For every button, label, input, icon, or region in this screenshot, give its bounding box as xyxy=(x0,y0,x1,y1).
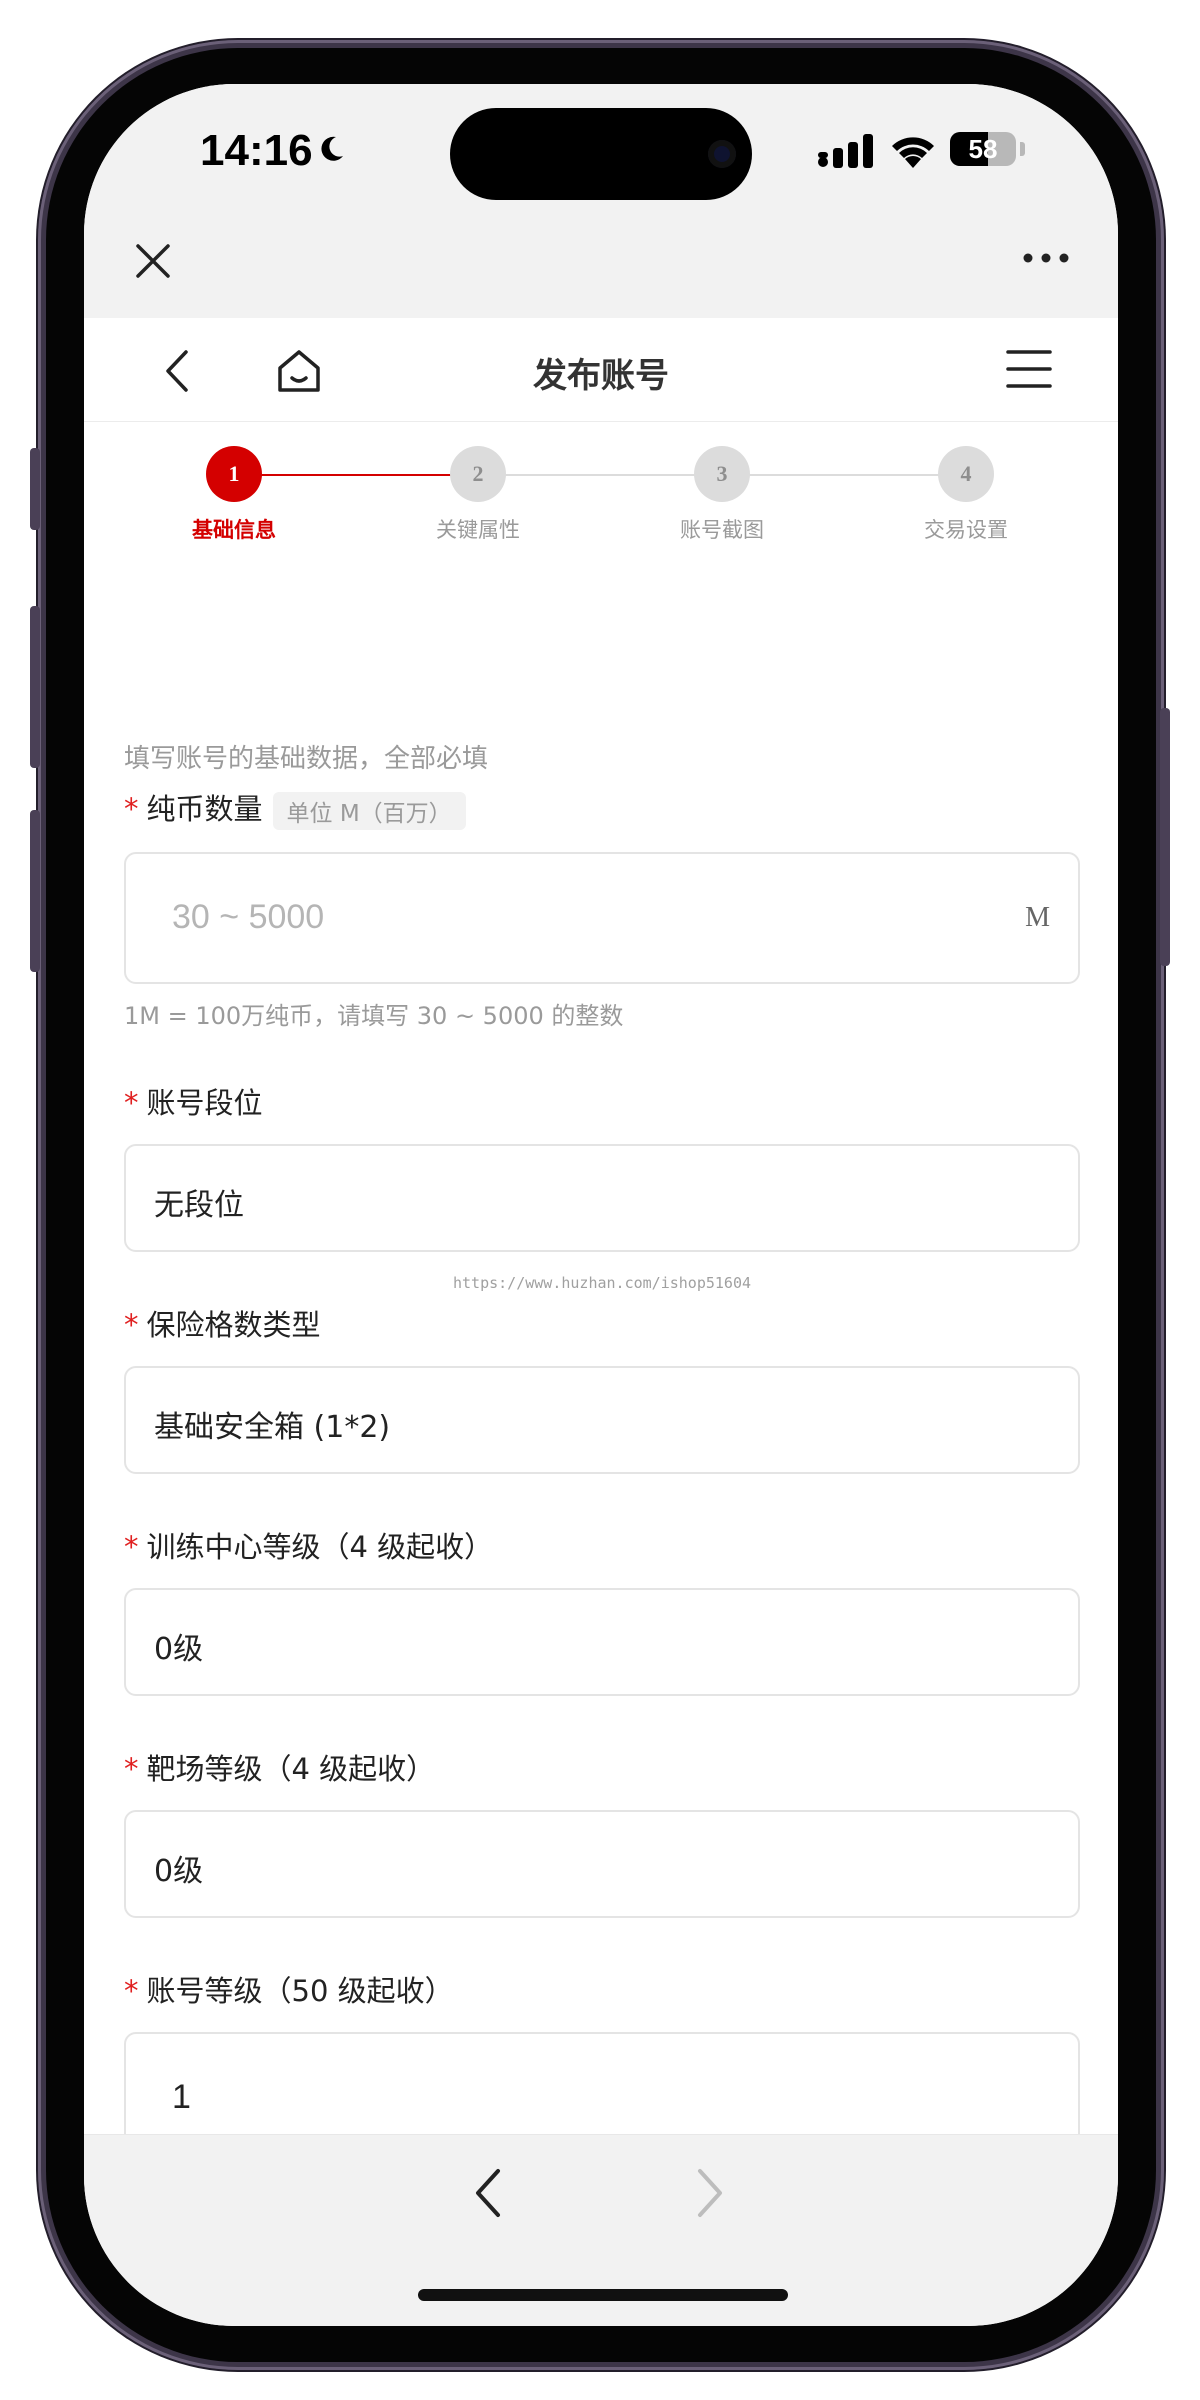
insurance-select[interactable]: 基础安全箱 (1*2) xyxy=(124,1366,1080,1474)
range-value: 0级 xyxy=(154,1854,204,1889)
step-3[interactable]: 3 账号截图 xyxy=(652,446,792,544)
range-label-text: 靶场等级（4 级起收） xyxy=(146,1752,436,1786)
volume-up-button xyxy=(30,606,40,768)
step-number: 2 xyxy=(450,446,506,502)
dynamic-island xyxy=(450,108,752,200)
unit-badge: 单位 M（百万） xyxy=(272,792,466,830)
required-mark: * xyxy=(124,1752,139,1786)
volume-down-button xyxy=(30,810,40,972)
battery-cap xyxy=(1020,142,1025,156)
step-label: 关键属性 xyxy=(436,518,520,542)
webview-toolbar xyxy=(84,214,1118,318)
step-label: 基础信息 xyxy=(192,518,276,542)
form-hint: 填写账号的基础数据，全部必填 xyxy=(124,744,489,774)
power-button xyxy=(1160,708,1170,966)
close-icon[interactable] xyxy=(128,236,178,286)
battery-indicator: 58 xyxy=(950,132,1016,166)
page-title: 发布账号 xyxy=(533,356,669,396)
step-1[interactable]: 1 基础信息 xyxy=(164,446,304,544)
training-value: 0级 xyxy=(154,1632,204,1667)
range-select[interactable]: 0级 xyxy=(124,1810,1080,1918)
watermark: https://www.huzhan.com/ishop51604 xyxy=(452,1274,751,1292)
coins-input-placeholder: 30 ~ 5000 xyxy=(172,898,325,936)
required-mark: * xyxy=(124,792,139,826)
step-label: 交易设置 xyxy=(924,518,1008,542)
coins-label: * 纯币数量 单位 M（百万） xyxy=(124,786,466,830)
signal-icon xyxy=(818,134,873,168)
insurance-label-text: 保险格数类型 xyxy=(146,1308,321,1342)
account-level-label: * 账号等级（50 级起收） xyxy=(124,1968,454,2010)
coins-unit-suffix: M xyxy=(1025,902,1050,933)
required-mark: * xyxy=(124,1086,139,1120)
training-label-text: 训练中心等级（4 级起收） xyxy=(146,1530,494,1564)
rank-label: * 账号段位 xyxy=(124,1080,263,1122)
screen: 14:16 58 发布账号 1 基础信息 2 关键属性 3 账号截图 4 交易设… xyxy=(84,84,1118,2326)
app-header: 发布账号 xyxy=(84,318,1118,422)
next-page-icon[interactable] xyxy=(684,2165,734,2221)
step-4[interactable]: 4 交易设置 xyxy=(896,446,1036,544)
browser-bottom-bar xyxy=(84,2134,1118,2326)
more-options-icon[interactable] xyxy=(1016,238,1076,278)
action-button xyxy=(30,448,40,530)
moon-icon xyxy=(321,136,343,161)
status-bar: 14:16 58 xyxy=(84,84,1118,214)
step-number: 1 xyxy=(206,446,262,502)
home-indicator[interactable] xyxy=(418,2289,788,2301)
training-label: * 训练中心等级（4 级起收） xyxy=(124,1524,493,1566)
required-mark: * xyxy=(124,1530,139,1564)
prev-page-icon[interactable] xyxy=(464,2165,514,2221)
step-label: 账号截图 xyxy=(680,518,764,542)
step-2[interactable]: 2 关键属性 xyxy=(408,446,548,544)
coins-input[interactable]: 30 ~ 5000 M xyxy=(124,852,1080,984)
account-level-label-text: 账号等级（50 级起收） xyxy=(146,1974,454,2008)
required-mark: * xyxy=(124,1974,139,2008)
status-time: 14:16 xyxy=(200,126,313,175)
account-level-value: 1 xyxy=(172,2078,191,2116)
rank-select[interactable]: 无段位 xyxy=(124,1144,1080,1252)
rank-value: 无段位 xyxy=(154,1188,244,1223)
insurance-label: * 保险格数类型 xyxy=(124,1302,321,1344)
rank-label-text: 账号段位 xyxy=(146,1086,263,1120)
coins-sub-hint: 1M = 100万纯币，请填写 30 ~ 5000 的整数 xyxy=(124,1002,624,1030)
progress-stepper: 1 基础信息 2 关键属性 3 账号截图 4 交易设置 xyxy=(84,422,1118,562)
step-number: 3 xyxy=(694,446,750,502)
battery-level: 58 xyxy=(968,134,998,164)
coins-label-text: 纯币数量 xyxy=(146,792,263,826)
training-select[interactable]: 0级 xyxy=(124,1588,1080,1696)
menu-icon[interactable] xyxy=(1006,348,1052,390)
required-mark: * xyxy=(124,1308,139,1342)
step-number: 4 xyxy=(938,446,994,502)
range-label: * 靶场等级（4 级起收） xyxy=(124,1746,435,1788)
camera-icon xyxy=(708,140,736,168)
insurance-value: 基础安全箱 (1*2) xyxy=(154,1410,391,1445)
wifi-icon xyxy=(892,137,934,168)
